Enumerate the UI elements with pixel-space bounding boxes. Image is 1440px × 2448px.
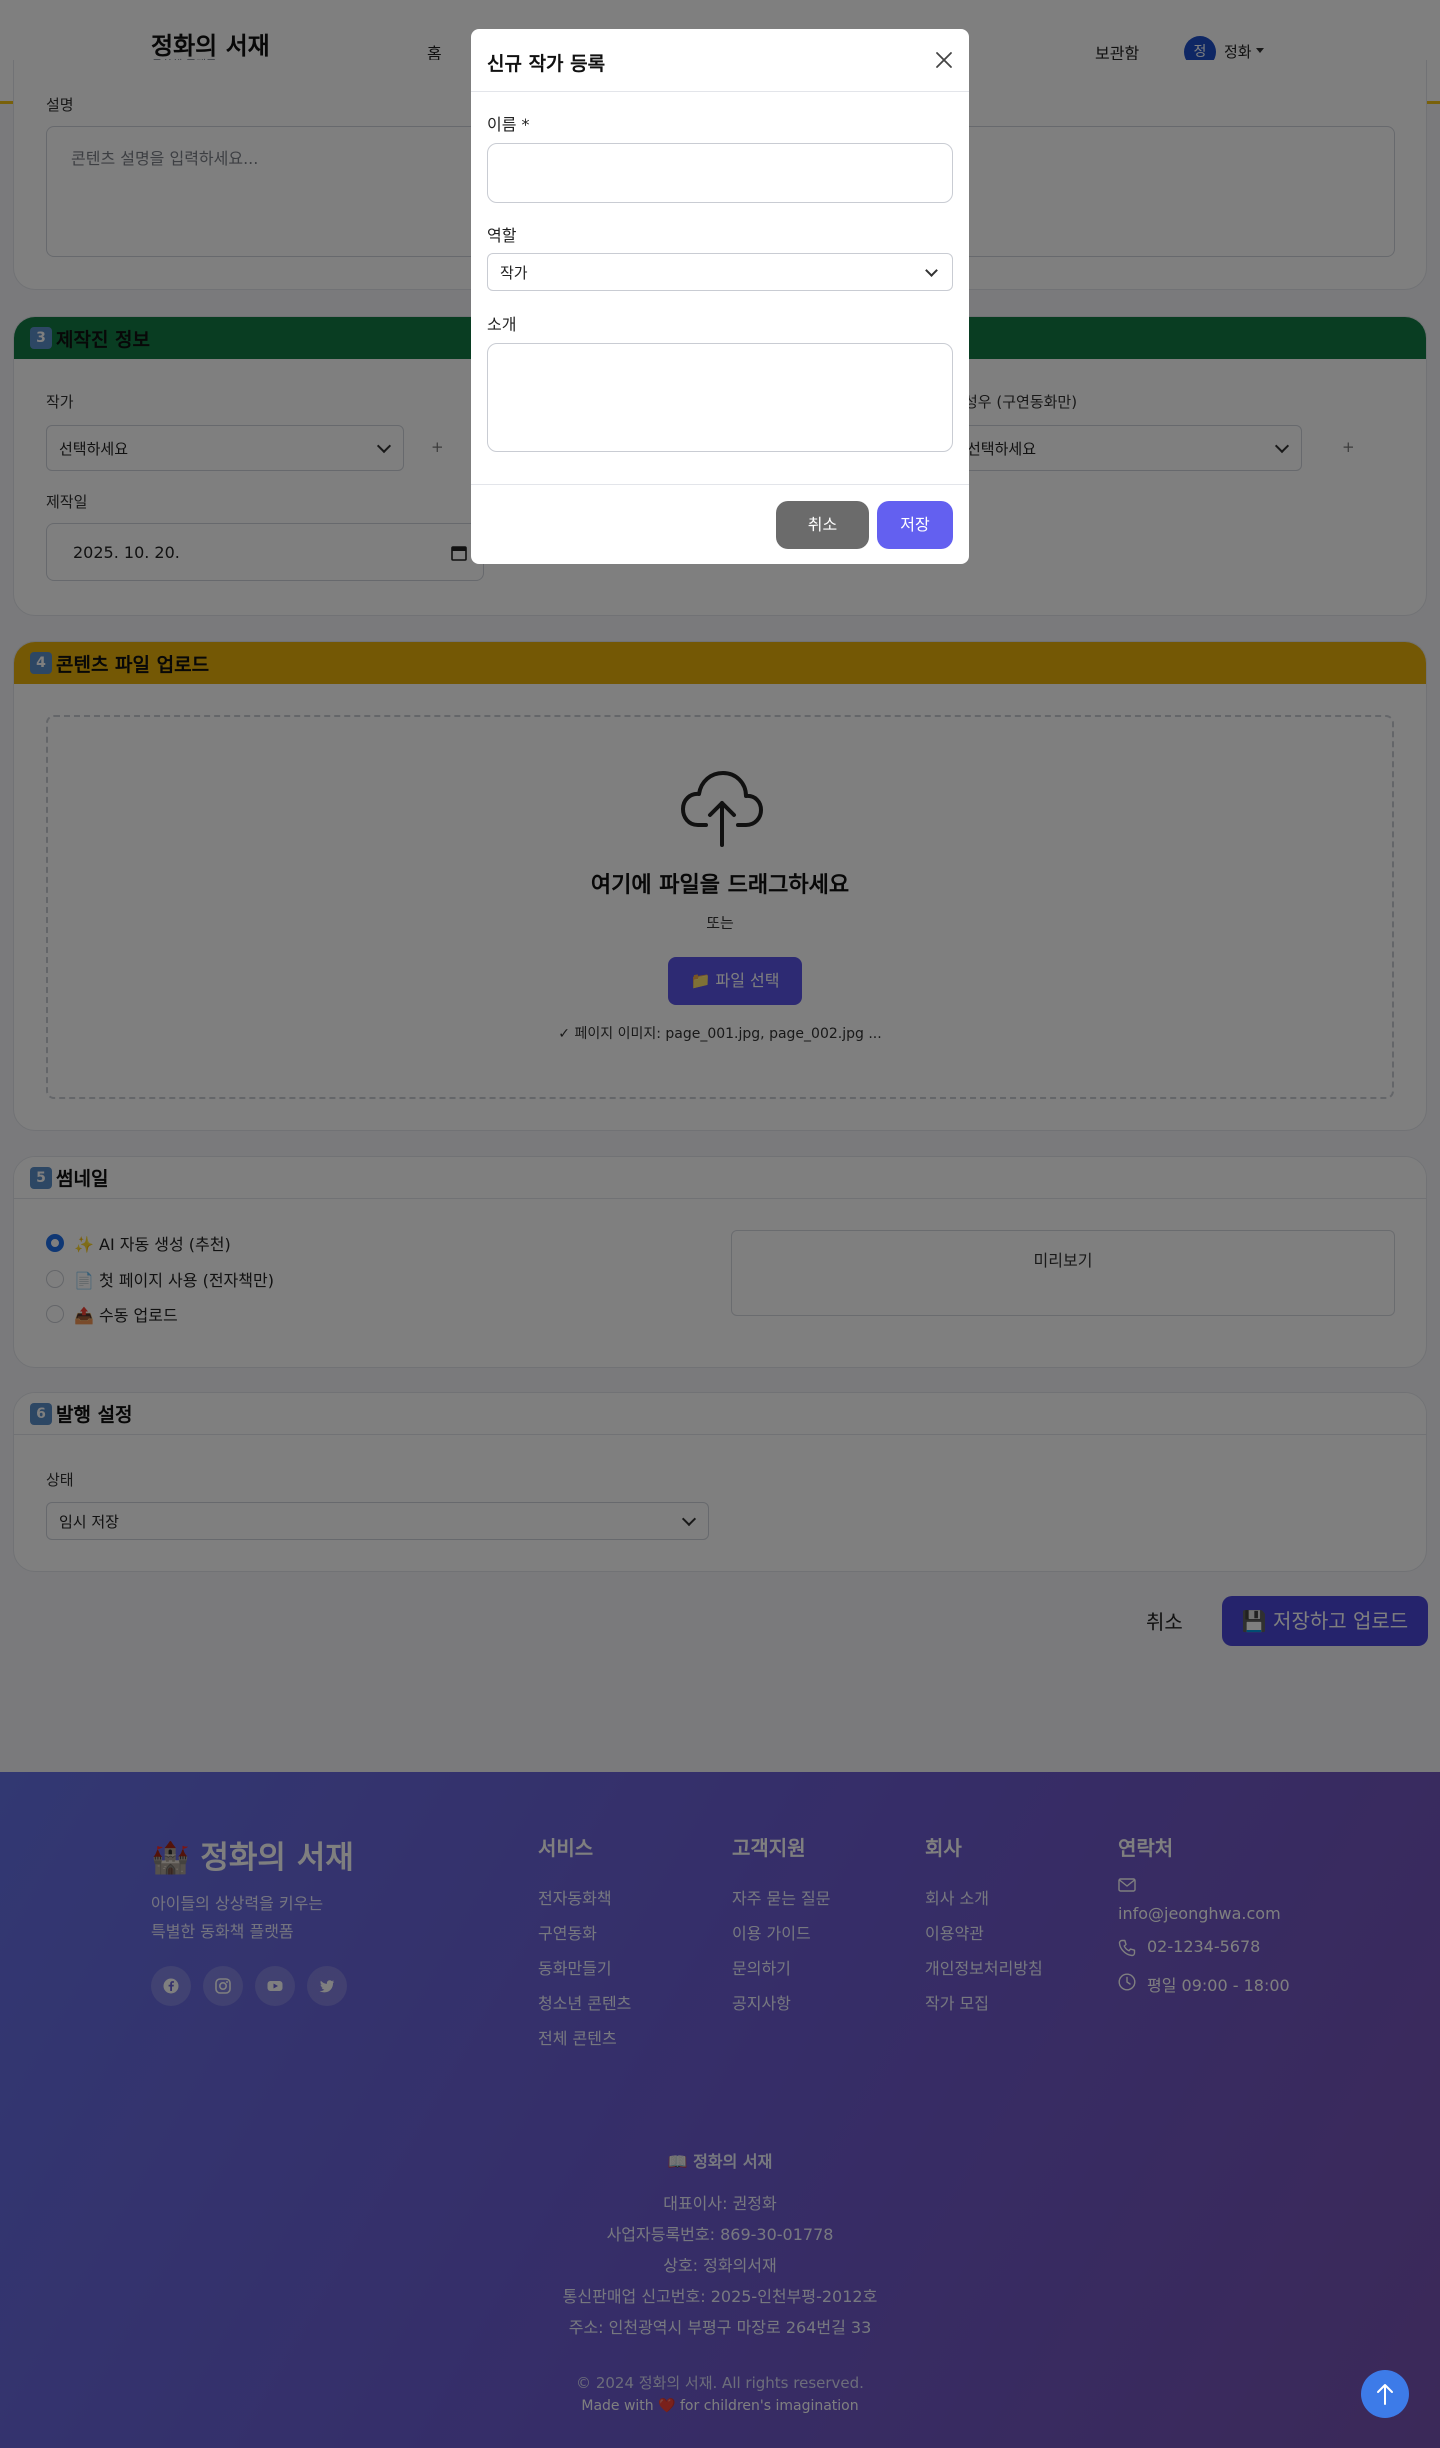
close-icon[interactable] [934, 50, 954, 70]
role-label: 역할 [487, 226, 517, 245]
role-select[interactable]: 작가 [487, 253, 953, 291]
author-name-input[interactable] [487, 143, 953, 203]
chevron-down-icon [925, 264, 938, 277]
scroll-to-top-button[interactable] [1361, 2370, 1409, 2418]
arrow-up-icon [1377, 2384, 1393, 2405]
modal-cancel-button[interactable]: 취소 [776, 501, 869, 549]
modal-save-button[interactable]: 저장 [877, 501, 953, 549]
modal-footer-divider [471, 484, 969, 485]
new-author-modal: 신규 작가 등록 이름 * 역할 작가 소개 취소 저장 [471, 29, 969, 564]
intro-label: 소개 [487, 315, 517, 334]
author-intro-textarea[interactable] [487, 343, 953, 452]
modal-title: 신규 작가 등록 [487, 53, 606, 75]
name-label: 이름 * [487, 115, 530, 134]
modal-header-divider [471, 91, 969, 92]
role-select-value: 작가 [500, 263, 528, 282]
